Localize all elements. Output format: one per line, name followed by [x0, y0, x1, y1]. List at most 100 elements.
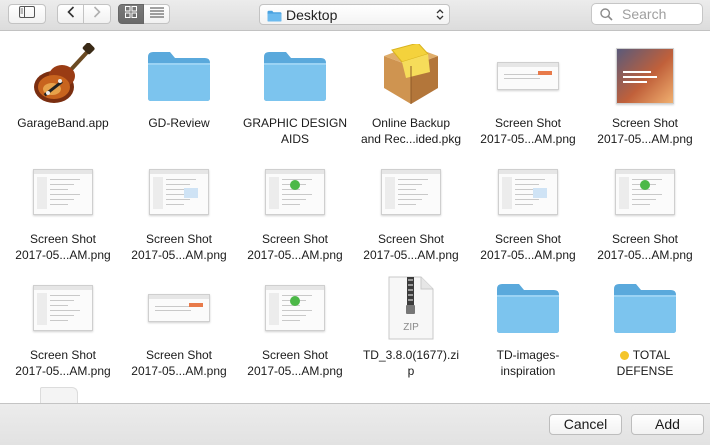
- item-label: TD-images-inspiration: [470, 347, 586, 379]
- item-label-line2: 2017-05...AM.png: [597, 248, 693, 262]
- file-item-app[interactable]: GarageBand.app: [5, 36, 121, 152]
- screenshot-thumbnail-icon: [237, 158, 353, 226]
- item-label-line1: Screen Shot: [237, 231, 353, 247]
- cancel-button[interactable]: Cancel: [549, 414, 622, 435]
- item-label-line1: Screen Shot: [587, 115, 703, 131]
- item-name-text: Screen Shot: [377, 232, 445, 246]
- file-item-screenshot[interactable]: Screen Shot 2017-05...AM.png: [5, 268, 121, 384]
- item-label-line2: 2017-05...AM.png: [15, 248, 111, 262]
- file-item-screenshot[interactable]: Screen Shot 2017-05...AM.png: [5, 152, 121, 268]
- file-grid: GarageBand.app GD-Review GRAPHIC DESIGN AID…: [0, 31, 710, 403]
- chevron-left-icon: [66, 5, 75, 23]
- item-label: Screen Shot 2017-05...AM.png: [237, 231, 353, 263]
- sidebar-toggle-button[interactable]: [8, 4, 46, 24]
- item-name-text: Screen Shot: [494, 232, 562, 246]
- item-name-text: GRAPHIC DESIGN: [242, 116, 347, 130]
- search-input[interactable]: [622, 6, 696, 22]
- icon-view-button[interactable]: [118, 4, 144, 24]
- screenshot-thumbnail-icon: [121, 274, 237, 342]
- icon-view-icon: [125, 5, 137, 23]
- item-label: TOTAL DEFENSE: [587, 347, 703, 379]
- item-label-line2: 2017-05...AM.png: [247, 248, 343, 262]
- folder-icon: [267, 9, 282, 27]
- screenshot-thumbnail-icon: [237, 274, 353, 342]
- file-item-zip[interactable]: ZIP TD_3.8.0(1677).zip: [353, 268, 469, 384]
- sidebar-toggle-icon: [19, 5, 35, 23]
- item-name-text: Screen Shot: [611, 116, 679, 130]
- file-item-screenshot[interactable]: Screen Shot 2017-05...AM.png: [470, 152, 586, 268]
- item-label: Screen Shot 2017-05...AM.png: [587, 115, 703, 147]
- item-label-line1: Screen Shot: [237, 347, 353, 363]
- forward-button[interactable]: [84, 4, 111, 24]
- screenshot-thumbnail-icon: [587, 42, 703, 110]
- add-button[interactable]: Add: [631, 414, 704, 435]
- folder-icon: [470, 274, 586, 342]
- item-label-line2: and Rec...ided.pkg: [360, 132, 462, 146]
- back-button[interactable]: [57, 4, 84, 24]
- item-label: Screen Shot 2017-05...AM.png: [353, 231, 469, 263]
- item-label: TD_3.8.0(1677).zip: [353, 347, 469, 379]
- folder-item[interactable]: TD-images-inspiration: [470, 268, 586, 384]
- item-name-text: TD-images-: [496, 348, 560, 362]
- folder-icon: [587, 274, 703, 342]
- item-label-line2: DEFENSE: [616, 364, 674, 378]
- item-label-line2: AIDS: [280, 132, 309, 146]
- list-view-button[interactable]: [144, 4, 170, 24]
- item-label: Screen Shot 2017-05...AM.png: [5, 347, 121, 379]
- search-field[interactable]: [591, 3, 703, 25]
- bottom-bar: Cancel Add: [0, 403, 710, 445]
- item-label-line1: TD-images-: [470, 347, 586, 363]
- item-label: Online Backup and Rec...ided.pkg: [353, 115, 469, 147]
- folder-item[interactable]: GRAPHIC DESIGN AIDS: [237, 36, 353, 152]
- zip-badge: ZIP: [403, 322, 419, 333]
- view-mode-control: [118, 4, 170, 24]
- folder-icon: [121, 42, 237, 110]
- item-name-text: Screen Shot: [494, 116, 562, 130]
- folder-item[interactable]: GD-Review: [121, 36, 237, 152]
- item-label-line2: 2017-05...AM.png: [131, 364, 227, 378]
- item-label-line1: GRAPHIC DESIGN: [237, 115, 353, 131]
- item-label-line1: Screen Shot: [587, 231, 703, 247]
- item-label-line1: Screen Shot: [5, 231, 121, 247]
- file-item-screenshot[interactable]: Screen Shot 2017-05...AM.png: [470, 36, 586, 152]
- file-item-screenshot[interactable]: Screen Shot 2017-05...AM.png: [353, 152, 469, 268]
- list-view-icon: [149, 5, 164, 23]
- item-label: Screen Shot 2017-05...AM.png: [237, 347, 353, 379]
- item-label: GRAPHIC DESIGN AIDS: [237, 115, 353, 147]
- item-name-text: Screen Shot: [145, 348, 213, 362]
- up-down-arrows-icon: [436, 8, 444, 26]
- chevron-right-icon: [93, 5, 101, 23]
- item-label: Screen Shot 2017-05...AM.png: [470, 115, 586, 147]
- folder-item[interactable]: TOTAL DEFENSE: [587, 268, 703, 384]
- screenshot-thumbnail-icon: [353, 158, 469, 226]
- item-label-line1: Screen Shot: [353, 231, 469, 247]
- file-item-screenshot[interactable]: Screen Shot 2017-05...AM.png: [121, 268, 237, 384]
- file-item-package[interactable]: Online Backup and Rec...ided.pkg: [353, 36, 469, 152]
- location-label: Desktop: [286, 7, 338, 23]
- item-label-line2: 2017-05...AM.png: [15, 364, 111, 378]
- item-label-line2: 2017-05...AM.png: [480, 132, 576, 146]
- toolbar: Desktop: [0, 0, 710, 31]
- item-label-line1: Screen Shot: [121, 347, 237, 363]
- item-name-text: TOTAL: [632, 348, 671, 362]
- item-label-line1: Screen Shot: [470, 231, 586, 247]
- file-item-screenshot[interactable]: Screen Shot 2017-05...AM.png: [237, 152, 353, 268]
- item-label-line2: p: [407, 364, 415, 378]
- file-item-screenshot[interactable]: Screen Shot 2017-05...AM.png: [121, 152, 237, 268]
- folder-icon: [237, 42, 353, 110]
- file-item-screenshot[interactable]: Screen Shot 2017-05...AM.png: [237, 268, 353, 384]
- item-label-line1: TOTAL: [587, 347, 703, 363]
- screenshot-thumbnail-icon: [121, 158, 237, 226]
- item-name-text: TD_3.8.0(1677).zi: [362, 348, 460, 362]
- file-item-screenshot[interactable]: Screen Shot 2017-05...AM.png: [587, 36, 703, 152]
- item-label-line2: 2017-05...AM.png: [363, 248, 459, 262]
- item-label: Screen Shot 2017-05...AM.png: [5, 231, 121, 263]
- partial-document-icon: [40, 387, 78, 404]
- screenshot-thumbnail-icon: [470, 158, 586, 226]
- item-name-text: Screen Shot: [611, 232, 679, 246]
- file-item-screenshot[interactable]: Screen Shot 2017-05...AM.png: [587, 152, 703, 268]
- back-forward-control: [57, 4, 111, 24]
- item-label-line1: Screen Shot: [121, 231, 237, 247]
- item-label-line2: inspiration: [500, 364, 556, 378]
- location-popup[interactable]: Desktop: [259, 4, 450, 25]
